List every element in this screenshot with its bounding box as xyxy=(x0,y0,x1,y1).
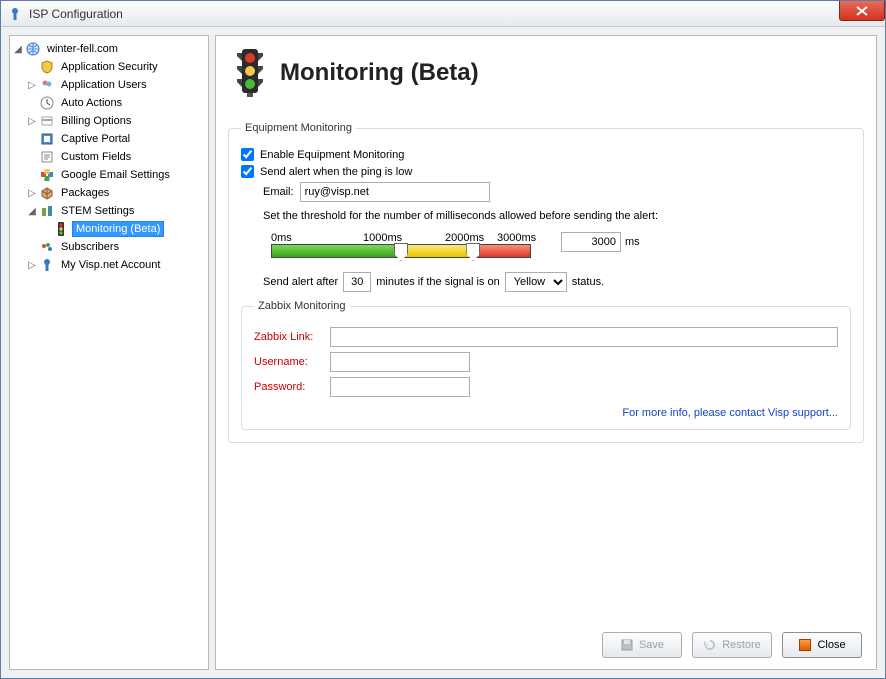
zabbix-user-row: Username: xyxy=(254,352,838,372)
shield-icon xyxy=(39,59,55,75)
tree-item-custom-fields[interactable]: Custom Fields xyxy=(12,148,206,166)
threshold-slider[interactable] xyxy=(271,244,531,258)
tree-root-label: winter-fell.com xyxy=(44,42,121,56)
send-alert-label: Send alert when the ping is low xyxy=(260,166,412,178)
tree-item-app-security[interactable]: Application Security xyxy=(12,58,206,76)
threshold-intro: Set the threshold for the number of mill… xyxy=(263,210,658,222)
zabbix-link-row: Zabbix Link: xyxy=(254,327,838,347)
support-link[interactable]: For more info, please contact Visp suppo… xyxy=(254,407,838,419)
fields-icon xyxy=(39,149,55,165)
stem-icon xyxy=(39,203,55,219)
portal-icon xyxy=(39,131,55,147)
email-row: Email: xyxy=(263,182,851,202)
tree-item-packages[interactable]: ▷ Packages xyxy=(12,184,206,202)
zabbix-user-input[interactable] xyxy=(330,352,470,372)
after-status-select[interactable]: Yellow xyxy=(505,272,567,292)
close-button[interactable]: Close xyxy=(782,632,862,658)
users-icon xyxy=(39,77,55,93)
zabbix-pass-input[interactable] xyxy=(330,377,470,397)
threshold-handle-2[interactable] xyxy=(466,243,480,261)
packages-icon xyxy=(39,185,55,201)
main-panel: Monitoring (Beta) Equipment Monitoring E… xyxy=(215,35,877,670)
threshold-green-segment xyxy=(272,245,401,257)
zabbix-pass-label: Password: xyxy=(254,381,330,393)
billing-icon xyxy=(39,113,55,129)
restore-icon xyxy=(703,638,717,652)
threshold-value-box: ms xyxy=(561,232,640,252)
tree-item-auto-actions[interactable]: Auto Actions xyxy=(12,94,206,112)
window-title: ISP Configuration xyxy=(29,7,123,21)
tree-item-captive-portal[interactable]: Captive Portal xyxy=(12,130,206,148)
after-mid: minutes if the signal is on xyxy=(376,276,500,288)
collapse-icon[interactable]: ◢ xyxy=(12,44,24,55)
zabbix-group: Zabbix Monitoring Zabbix Link: Username:… xyxy=(241,300,851,430)
traffic-light-icon xyxy=(230,48,270,98)
page-header: Monitoring (Beta) xyxy=(216,36,876,122)
tree-item-billing[interactable]: ▷ Billing Options xyxy=(12,112,206,130)
close-icon xyxy=(798,638,812,652)
threshold-handle-1[interactable] xyxy=(394,243,408,261)
threshold-ticks: 0ms 1000ms 2000ms 3000ms xyxy=(271,232,531,244)
after-minutes-input[interactable] xyxy=(343,272,371,292)
collapse-icon[interactable]: ◢ xyxy=(26,206,38,217)
threshold-unit: ms xyxy=(625,236,640,248)
threshold-yellow-segment xyxy=(401,245,473,257)
threshold-red-segment xyxy=(473,245,530,257)
app-icon xyxy=(7,6,23,22)
after-suffix: status. xyxy=(572,276,604,288)
clock-icon xyxy=(39,95,55,111)
expand-icon[interactable]: ▷ xyxy=(26,116,38,127)
titlebar: ISP Configuration xyxy=(1,1,885,27)
zabbix-user-label: Username: xyxy=(254,356,330,368)
enable-equipment-checkbox[interactable] xyxy=(241,148,254,161)
equipment-monitoring-group: Equipment Monitoring Enable Equipment Mo… xyxy=(228,122,864,443)
after-row: Send alert after minutes if the signal i… xyxy=(263,272,851,292)
expand-icon[interactable]: ▷ xyxy=(26,260,38,271)
expand-icon[interactable]: ▷ xyxy=(26,188,38,199)
after-prefix: Send alert after xyxy=(263,276,338,288)
google-icon xyxy=(39,167,55,183)
restore-button[interactable]: Restore xyxy=(692,632,772,658)
account-icon xyxy=(39,257,55,273)
tree-item-monitoring[interactable]: Monitoring (Beta) xyxy=(12,220,206,238)
zabbix-link-label: Zabbix Link: xyxy=(254,331,330,343)
tree-item-google-email[interactable]: Google Email Settings xyxy=(12,166,206,184)
zabbix-link-input[interactable] xyxy=(330,327,838,347)
email-input[interactable] xyxy=(300,182,490,202)
tree-item-subscribers[interactable]: Subscribers xyxy=(12,238,206,256)
body: ◢ winter-fell.com Application Security ▷… xyxy=(1,27,885,678)
enable-row: Enable Equipment Monitoring xyxy=(241,148,851,161)
tree-item-stem[interactable]: ◢ STEM Settings xyxy=(12,202,206,220)
tree-item-my-account[interactable]: ▷ My Visp.net Account xyxy=(12,256,206,274)
page-title: Monitoring (Beta) xyxy=(280,59,479,87)
save-icon xyxy=(620,638,634,652)
footer-bar: Save Restore Close xyxy=(216,621,876,669)
threshold-row: 0ms 1000ms 2000ms 3000ms xyxy=(241,226,851,258)
window: ISP Configuration ◢ winter-fell.com Appl… xyxy=(0,0,886,679)
save-button[interactable]: Save xyxy=(602,632,682,658)
tree-item-monitoring-label: Monitoring (Beta) xyxy=(72,221,164,237)
thresh-intro-row: Set the threshold for the number of mill… xyxy=(263,210,851,222)
equipment-legend: Equipment Monitoring xyxy=(241,122,356,134)
tree-root[interactable]: ◢ winter-fell.com xyxy=(12,40,206,58)
globe-icon xyxy=(25,41,41,57)
tree-panel[interactable]: ◢ winter-fell.com Application Security ▷… xyxy=(9,35,209,670)
email-label: Email: xyxy=(263,186,294,198)
expand-icon[interactable]: ▷ xyxy=(26,80,38,91)
send-alert-checkbox[interactable] xyxy=(241,165,254,178)
tree-item-app-users[interactable]: ▷ Application Users xyxy=(12,76,206,94)
enable-equipment-label: Enable Equipment Monitoring xyxy=(260,149,404,161)
subscribers-icon xyxy=(39,239,55,255)
alert-row: Send alert when the ping is low xyxy=(241,165,851,178)
threshold-value-input[interactable] xyxy=(561,232,621,252)
window-close-button[interactable] xyxy=(839,1,885,21)
zabbix-pass-row: Password: xyxy=(254,377,838,397)
traffic-light-icon xyxy=(53,221,69,237)
zabbix-legend: Zabbix Monitoring xyxy=(254,300,349,312)
